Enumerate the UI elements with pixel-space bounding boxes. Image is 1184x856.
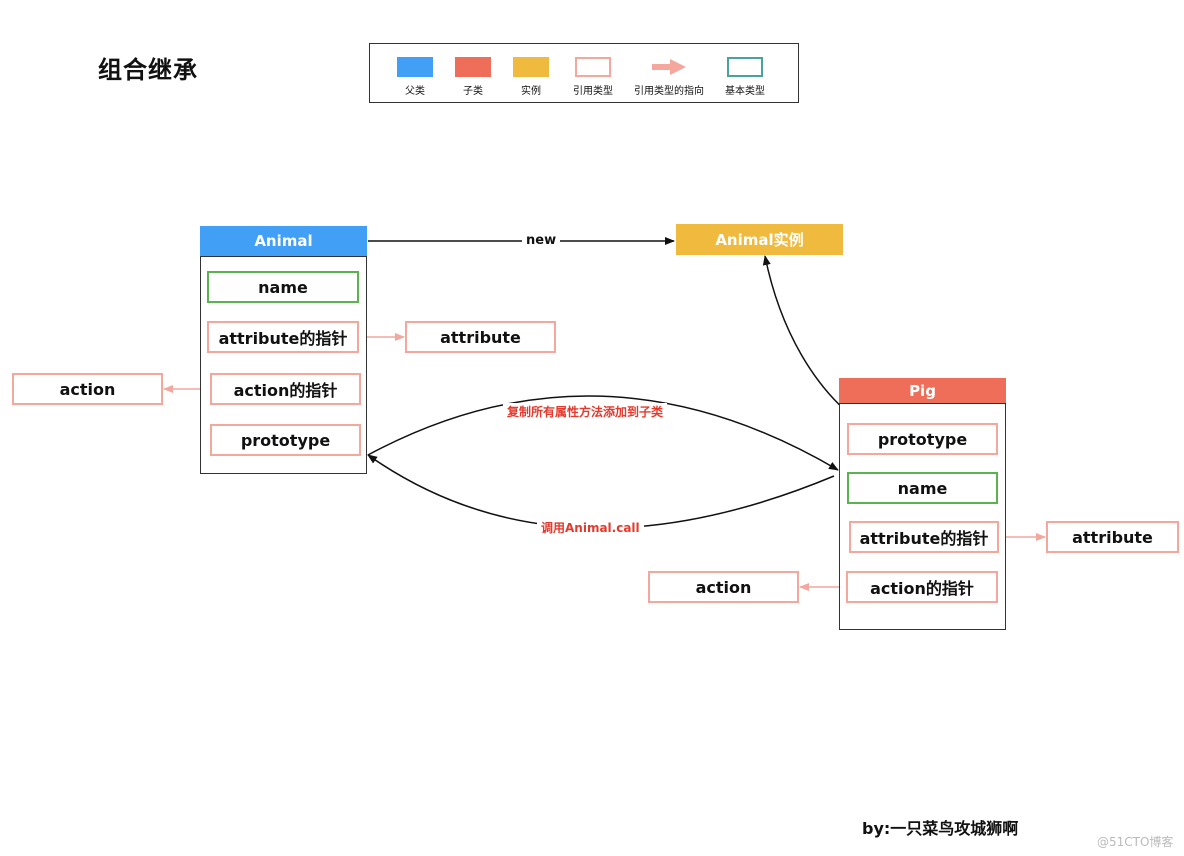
pig-attribute-object: attribute: [1046, 521, 1179, 553]
legend: 父类 子类 实例 引用类型 引用类型的指向 基本类型: [369, 43, 799, 103]
animal-instance: Animal实例: [676, 224, 843, 255]
animal-action-object: action: [12, 373, 163, 405]
legend-swatch-primitive-type: [727, 57, 763, 77]
copy-edge-label: 复制所有属性方法添加到子类: [503, 403, 668, 420]
pig-action-object: action: [648, 571, 799, 603]
connector-layer: [163, 237, 1046, 591]
legend-swatch-child-class: [455, 57, 491, 77]
animal-attribute-object: attribute: [405, 321, 556, 353]
new-edge-label: new: [522, 233, 561, 248]
animal-field-prototype: prototype: [210, 424, 361, 456]
animal-class-header: Animal: [200, 226, 367, 256]
legend-reference-arrow-icon: [652, 59, 686, 75]
call-edge-label: 调用Animal.call: [537, 519, 644, 536]
pig-class-header: Pig: [839, 378, 1006, 404]
legend-swatch-instance: [513, 57, 549, 77]
animal-field-action-pointer: action的指针: [210, 373, 361, 405]
author-credit: by:一只菜鸟攻城狮啊: [862, 819, 1019, 838]
call-arrow: [367, 454, 835, 529]
legend-swatch-parent-class: [397, 57, 433, 77]
pig-field-attribute-pointer: attribute的指针: [849, 521, 999, 553]
legend-swatch-reference-type: [575, 57, 611, 77]
pig-field-prototype: prototype: [847, 423, 998, 455]
diagram-title: 组合继承: [98, 56, 198, 84]
pig-field-name: name: [847, 472, 998, 504]
legend-label: 基本类型: [725, 86, 765, 97]
watermark: @51CTO博客: [1097, 835, 1174, 849]
pig-field-action-pointer: action的指针: [846, 571, 998, 603]
animal-field-attribute-pointer: attribute的指针: [207, 321, 359, 353]
animal-field-name: name: [207, 271, 359, 303]
